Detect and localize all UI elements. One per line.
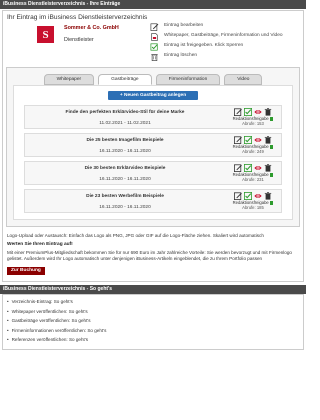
- edit-icon[interactable]: [234, 108, 242, 116]
- delete-entry-action[interactable]: Eintrag löschen: [150, 53, 283, 61]
- edit-icon[interactable]: [234, 192, 242, 200]
- release-entry-action[interactable]: Eintrag ist freigegeben. Klick Sperren: [150, 43, 283, 51]
- booking-button[interactable]: Zur Buchung: [7, 267, 45, 276]
- trash-icon[interactable]: [264, 136, 272, 144]
- document-icon: [151, 33, 158, 41]
- tab-video[interactable]: Video: [224, 74, 263, 85]
- item-title[interactable]: Die 25 besten Imagefilm Beispiele: [25, 138, 225, 143]
- howto-link[interactable]: Verzeichnis-Eintrag: So geht's: [7, 297, 299, 307]
- view-count: Abrufe: 153: [242, 120, 264, 126]
- checkbox-icon[interactable]: [244, 108, 252, 116]
- item-dates: 16.11.2020 - 16.11.2020: [99, 205, 151, 210]
- tab-firmeninformation[interactable]: Firmeninformation: [155, 74, 221, 85]
- company-block: S Sommer & Co. GmbH Dienstleister Eintra…: [3, 23, 303, 63]
- company-name: Sommer & Co. GmbH: [64, 25, 119, 31]
- entry-actions: Eintrag bearbeiten Whitepaper, Gastbeitr…: [150, 23, 283, 63]
- checkbox-icon: [150, 43, 158, 51]
- page-title: Ihr Eintrag im iBusiness Dienstleisterve…: [7, 14, 148, 21]
- section-titlebar: iBusiness Dienstleisterverzeichnis - Ihr…: [0, 0, 306, 9]
- entry-panel: Ihr Eintrag im iBusiness Dienstleisterve…: [2, 10, 304, 283]
- list-item: Die 30 besten Erklärvideo Beispiele 16.1…: [24, 161, 282, 185]
- check-icon: [269, 145, 274, 149]
- checkbox-icon[interactable]: [244, 136, 252, 144]
- howto-link[interactable]: Firmeninformationen veröffentlichen: So …: [7, 326, 299, 336]
- eye-icon[interactable]: [254, 164, 262, 172]
- edit-entry-action[interactable]: Eintrag bearbeiten: [150, 23, 283, 31]
- edit-icon[interactable]: [234, 164, 242, 172]
- edit-icon: [150, 23, 159, 31]
- check-icon: [269, 117, 274, 121]
- item-title[interactable]: Die 30 besten Erklärvideo Beispiele: [25, 166, 225, 171]
- list-item: Die 23 besten Werbefilm Beispiele 16.11.…: [24, 189, 282, 213]
- logo-upload-note: Logo-Upload oder Austausch: Einfach das …: [7, 233, 264, 238]
- howto-panel: Verzeichnis-Eintrag: So geht's Whitepape…: [2, 294, 304, 350]
- trash-icon[interactable]: [264, 192, 272, 200]
- tab-whitepaper[interactable]: Whitepaper: [43, 74, 95, 85]
- section-titlebar-howto: iBusiness Dienstleisterverzeichnis - So …: [0, 285, 306, 295]
- content-tabs: Whitepaper Gastbeiträge Firmeninformatio…: [13, 74, 293, 85]
- howto-link[interactable]: Whitepaper veröffentlichen: So geht's: [7, 307, 299, 317]
- item-dates: 11.02.2021 - 11.02.2021: [99, 121, 151, 126]
- trash-icon[interactable]: [264, 108, 272, 116]
- eye-icon[interactable]: [254, 192, 262, 200]
- company-description: Dienstleister: [64, 37, 94, 43]
- upsell-heading: Werten Sie Ihren Eintrag auf!: [7, 242, 73, 248]
- tab-content: + Neuen Gastbeitrag anlegen Finde den pe…: [13, 85, 293, 220]
- item-title[interactable]: Finde den perfekten Erklärvideo-Stil für…: [25, 110, 225, 115]
- new-guest-post-button[interactable]: + Neuen Gastbeitrag anlegen: [108, 91, 198, 100]
- check-icon: [269, 201, 274, 205]
- trash-icon[interactable]: [264, 164, 272, 172]
- checkbox-icon[interactable]: [244, 192, 252, 200]
- trash-icon: [151, 54, 158, 61]
- howto-link[interactable]: Referenzen veröffentlichen: So geht's: [7, 335, 299, 345]
- eye-icon[interactable]: [254, 136, 262, 144]
- howto-link[interactable]: Gastbeiträge veröffentlichen: So geht's: [7, 316, 299, 326]
- view-count: Abrufe: 249: [242, 148, 264, 154]
- edit-icon[interactable]: [234, 136, 242, 144]
- content-action[interactable]: Whitepaper, Gastbeiträge, Firmeninformat…: [150, 33, 283, 41]
- item-title[interactable]: Die 23 besten Werbefilm Beispiele: [25, 194, 225, 199]
- upsell-text: Mit einer PremiumPlus-Mitgliedschaft bek…: [7, 250, 292, 261]
- tab-gastbeitraege[interactable]: Gastbeiträge: [98, 74, 152, 85]
- list-item: Finde den perfekten Erklärvideo-Stil für…: [24, 105, 282, 129]
- checkbox-icon[interactable]: [244, 164, 252, 172]
- list-item: Die 25 besten Imagefilm Beispiele 16.11.…: [24, 133, 282, 157]
- company-logo[interactable]: S: [37, 26, 54, 43]
- view-count: Abrufe: 185: [242, 204, 264, 210]
- item-dates: 16.11.2020 - 16.11.2020: [99, 177, 151, 182]
- content-panel: Whitepaper Gastbeiträge Firmeninformatio…: [6, 67, 300, 227]
- check-icon: [269, 173, 274, 177]
- item-dates: 16.11.2020 - 16.11.2020: [99, 149, 151, 154]
- eye-icon[interactable]: [254, 108, 262, 116]
- view-count: Abrufe: 231: [242, 176, 264, 182]
